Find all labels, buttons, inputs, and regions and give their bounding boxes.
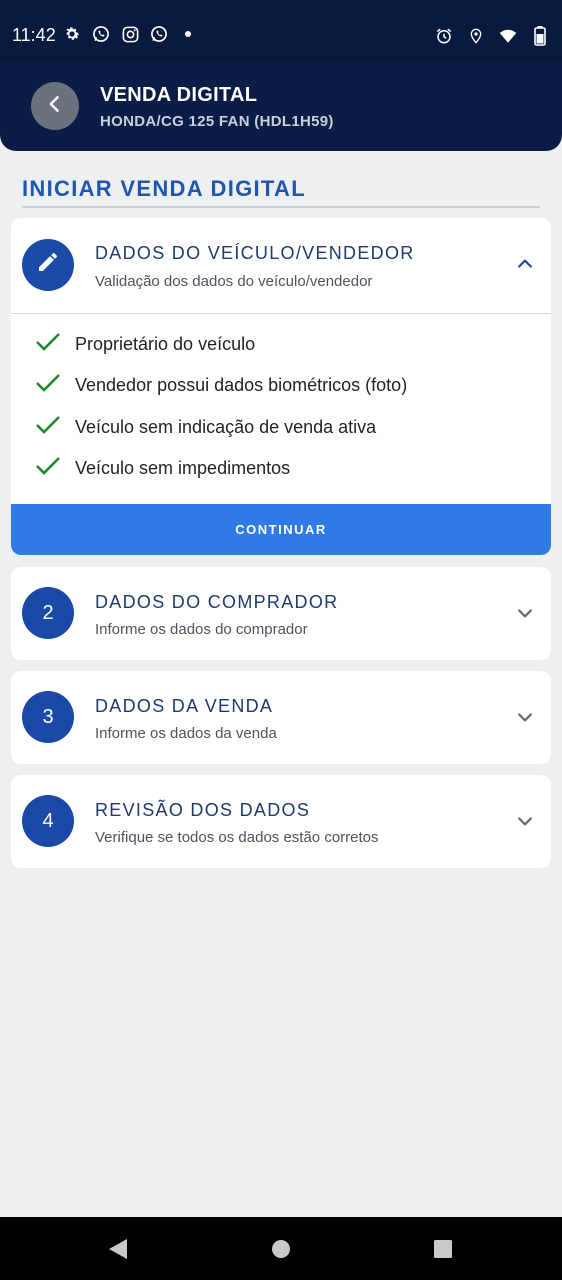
dot-icon	[178, 24, 198, 44]
continue-button[interactable]: CONTINUAR	[11, 504, 551, 555]
check-item: Vendedor possui dados biométricos (foto)	[35, 371, 407, 400]
check-label: Vendedor possui dados biométricos (foto)	[75, 375, 408, 395]
chevron-down-icon[interactable]	[513, 705, 537, 729]
section-divider	[22, 206, 540, 208]
check-item: Veículo sem impedimentos	[35, 454, 290, 483]
chevron-down-icon[interactable]	[513, 809, 537, 833]
check-icon	[35, 330, 61, 359]
step-number-circle: 3	[22, 691, 74, 743]
check-item: Proprietário do veículo	[35, 330, 255, 359]
step-card-sale[interactable]: 3 DADOS DA VENDA Informe os dados da ven…	[11, 671, 551, 764]
check-icon	[35, 454, 61, 483]
chevron-down-icon[interactable]	[513, 601, 537, 625]
chevron-left-icon	[45, 94, 65, 119]
chevron-up-icon[interactable]	[513, 252, 537, 276]
step-description: Informe os dados da venda	[95, 725, 277, 742]
wifi-icon	[498, 26, 518, 46]
system-nav-bar	[0, 1217, 562, 1280]
section-title: INICIAR VENDA DIGITAL	[22, 176, 306, 201]
vehicle-subtitle: HONDA/CG 125 FAN (HDL1H59)	[100, 113, 334, 130]
location-icon	[466, 26, 486, 46]
step-title: DADOS DO VEÍCULO/VENDEDOR	[95, 243, 415, 263]
alarm-icon	[434, 26, 454, 46]
step-description: Verifique se todos os dados estão corret…	[95, 829, 379, 846]
card-divider	[11, 313, 551, 314]
step-description: Validação dos dados do veículo/vendedor	[95, 273, 373, 290]
step-number-circle: 2	[22, 587, 74, 639]
status-bar: 11:42	[0, 0, 562, 62]
settings-icon	[62, 24, 82, 44]
check-label: Proprietário do veículo	[75, 334, 256, 354]
step-title: REVISÃO DOS DADOS	[95, 800, 311, 820]
step-icon-circle	[22, 239, 74, 291]
step-number-circle: 4	[22, 795, 74, 847]
back-button[interactable]	[31, 82, 79, 130]
step-card-review[interactable]: 4 REVISÃO DOS DADOS Verifique se todos o…	[11, 775, 551, 868]
whatsapp-icon	[91, 24, 111, 44]
check-item: Veículo sem indicação de venda ativa	[35, 413, 376, 442]
step-title: DADOS DA VENDA	[95, 696, 274, 716]
check-label: Veículo sem impedimentos	[75, 458, 291, 478]
step-card-buyer[interactable]: 2 DADOS DO COMPRADOR Informe os dados do…	[11, 567, 551, 660]
step-description: Informe os dados do comprador	[95, 621, 308, 638]
instagram-icon	[120, 24, 140, 44]
step-title: DADOS DO COMPRADOR	[95, 592, 339, 612]
nav-recents-icon[interactable]	[432, 1238, 454, 1260]
check-label: Veículo sem indicação de venda ativa	[75, 417, 377, 437]
nav-back-icon[interactable]	[107, 1238, 129, 1260]
app-header: VENDA DIGITAL HONDA/CG 125 FAN (HDL1H59)	[0, 62, 562, 151]
nav-home-icon[interactable]	[270, 1238, 292, 1260]
battery-icon	[530, 26, 550, 46]
whatsapp-icon	[149, 24, 169, 44]
step-card-vehicle-seller: DADOS DO VEÍCULO/VENDEDOR Validação dos …	[11, 218, 551, 555]
status-time: 11:42	[12, 25, 56, 45]
check-icon	[35, 371, 61, 400]
page-title: VENDA DIGITAL	[100, 84, 258, 106]
check-icon	[35, 413, 61, 442]
pencil-icon	[36, 250, 60, 280]
